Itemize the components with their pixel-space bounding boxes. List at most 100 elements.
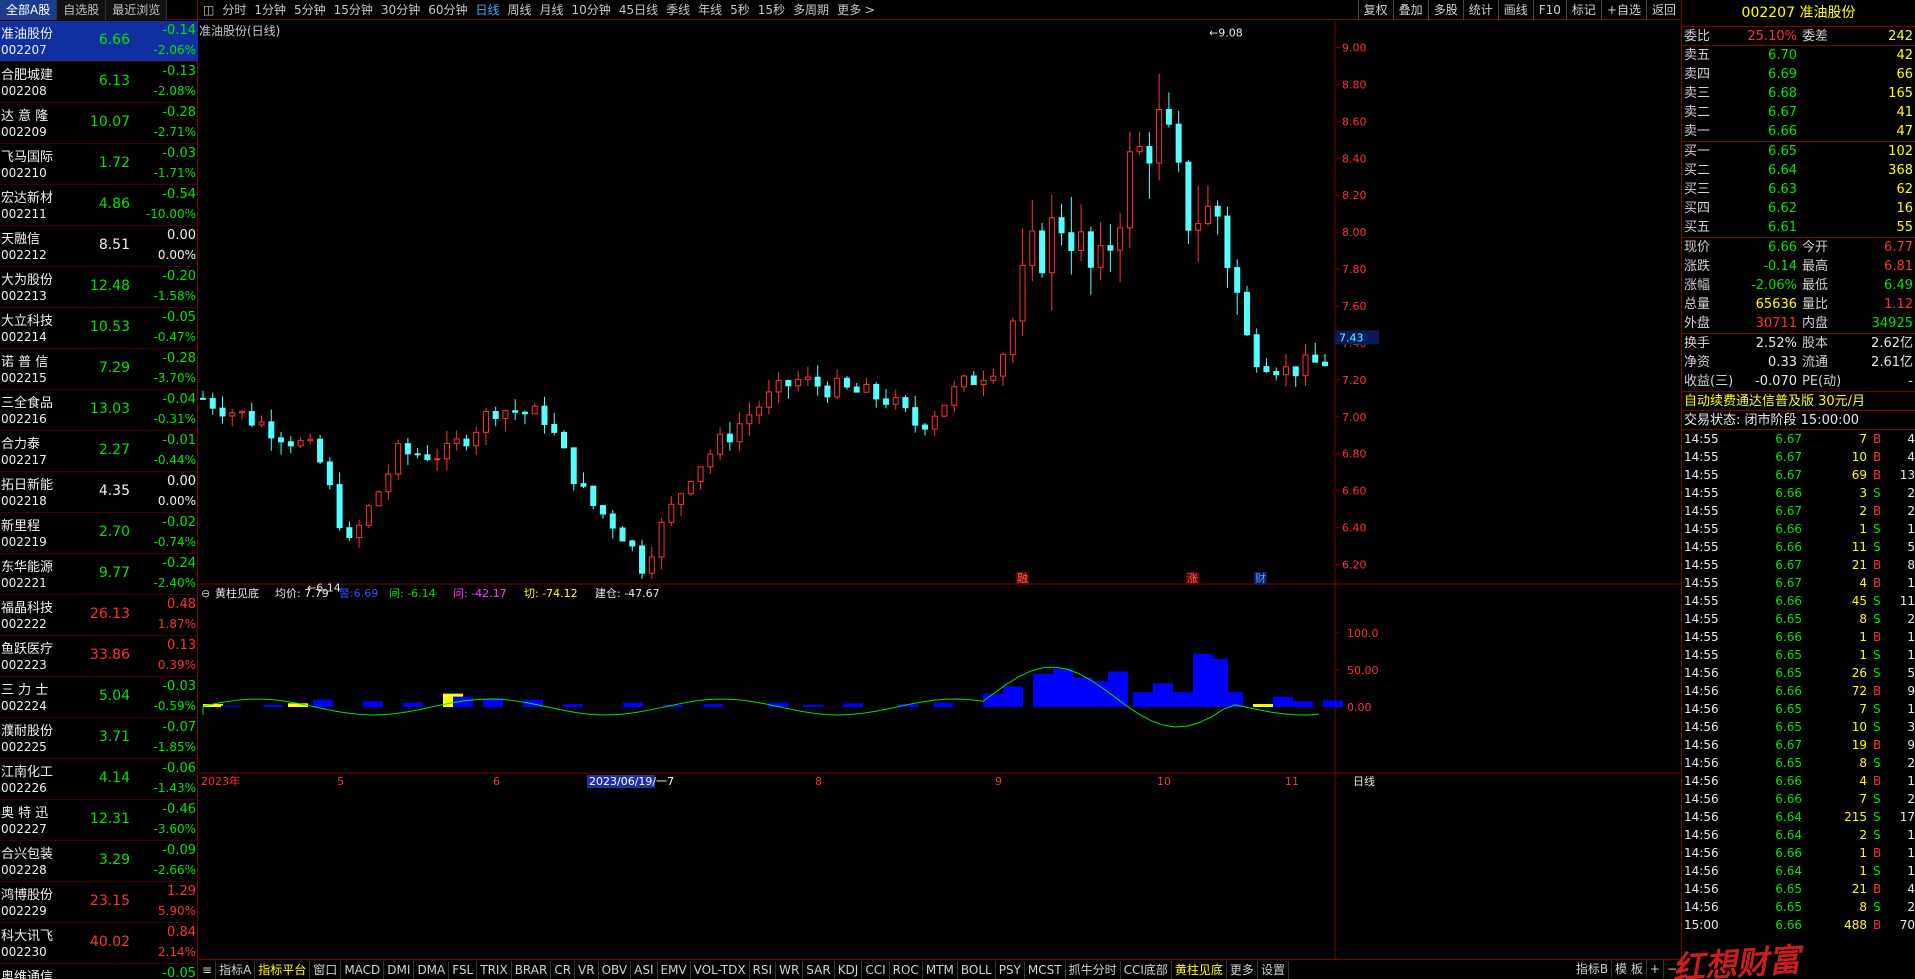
period-8[interactable]: 月线 [536, 0, 568, 20]
tab-0[interactable]: 全部A股 [0, 0, 58, 20]
indicator-tab-21[interactable]: MTM [923, 960, 958, 979]
indicator-tab-17[interactable]: SAR [803, 960, 835, 979]
stock-row[interactable]: 合力泰 002217 2.27 -0.01 -0.44% [0, 431, 198, 472]
period-15[interactable]: 多周期 [789, 0, 833, 20]
stock-row[interactable]: 达 意 隆 002209 10.07 -0.28 -2.71% [0, 103, 198, 144]
indicator-right-2[interactable]: + [1647, 960, 1664, 978]
stock-row[interactable]: 飞马国际 002210 1.72 -0.03 -1.71% [0, 144, 198, 185]
indicator-tab-8[interactable]: BRAR [512, 960, 552, 979]
stock-row[interactable]: 合兴包装 002228 3.29 -0.09 -2.66% [0, 841, 198, 882]
stock-row[interactable]: 科大讯飞 002230 40.02 0.84 2.14% [0, 923, 198, 964]
stock-row[interactable]: 拓日新能 002218 4.35 0.00 0.00% [0, 472, 198, 513]
stock-row[interactable]: 三全食品 002216 13.03 -0.04 -0.31% [0, 390, 198, 431]
stock-row[interactable]: 诺 普 信 002215 7.29 -0.28 -3.70% [0, 349, 198, 390]
stock-row[interactable]: 大为股份 002213 12.48 -0.20 -1.58% [0, 267, 198, 308]
indicator-tab-28[interactable]: 更多 [1227, 960, 1258, 979]
indicator-tab-0[interactable]: 指标A [216, 960, 256, 979]
tab-2[interactable]: 最近浏览 [106, 0, 168, 20]
tool-button-2[interactable]: 多股 [1427, 0, 1463, 20]
kline-chart-area[interactable]: 9.008.808.608.408.208.007.807.607.407.20… [199, 21, 1681, 959]
indicator-tab-18[interactable]: KDJ [835, 960, 863, 979]
indicator-tab-6[interactable]: FSL [449, 960, 478, 979]
promo-banner[interactable]: 自动续费通达信普及版 30元/月 [1682, 392, 1915, 411]
period-12[interactable]: 年线 [694, 0, 726, 20]
tab-1[interactable]: 自选股 [57, 0, 107, 20]
indicator-menu-icon[interactable]: ≡ [199, 960, 217, 979]
stock-row[interactable]: 合肥城建 002208 6.13 -0.13 -2.08% [0, 62, 198, 103]
price-tick-label: 9.00 [1342, 41, 1367, 54]
indicator-tab-20[interactable]: ROC [890, 960, 923, 979]
period-4[interactable]: 30分钟 [377, 0, 424, 20]
tool-button-6[interactable]: 标记 [1565, 0, 1601, 20]
indicator-tab-4[interactable]: DMI [384, 960, 415, 979]
stock-row[interactable]: 江南化工 002226 4.14 -0.06 -1.43% [0, 759, 198, 800]
tool-button-5[interactable]: F10 [1532, 0, 1566, 20]
period-3[interactable]: 15分钟 [330, 0, 377, 20]
period-5[interactable]: 60分钟 [424, 0, 471, 20]
tick-count: 4 [1907, 882, 1915, 896]
period-1[interactable]: 1分钟 [250, 0, 290, 20]
stat-row: 收益(三) -0.070 PE(动) - [1682, 372, 1915, 391]
indicator-tab-3[interactable]: MACD [341, 960, 385, 979]
stock-name: 天融信 [1, 232, 41, 247]
period-16[interactable]: 更多 > [833, 0, 879, 20]
period-11[interactable]: 季线 [662, 0, 694, 20]
period-13[interactable]: 5秒 [726, 0, 754, 20]
tool-button-3[interactable]: 统计 [1462, 0, 1498, 20]
stock-row[interactable]: 大立科技 002214 10.53 -0.05 -0.47% [0, 308, 198, 349]
candle-body [317, 438, 324, 463]
stock-row[interactable]: 奥维通信002231-0.05 [0, 964, 198, 979]
indicator-tab-29[interactable]: 设置 [1258, 960, 1289, 979]
indicator-tab-25[interactable]: 抓牛分时 [1066, 960, 1121, 979]
indicator-right-0[interactable]: 指标B [1573, 960, 1613, 978]
indicator-tab-2[interactable]: 窗口 [310, 960, 342, 979]
indicator-tab-5[interactable]: DMA [414, 960, 450, 979]
stock-row[interactable]: 濮耐股份 002225 3.71 -0.07 -1.85% [0, 718, 198, 759]
indicator-tab-24[interactable]: MCST [1025, 960, 1066, 979]
kline-chart[interactable]: 9.008.808.608.408.208.007.807.607.407.20… [199, 21, 1681, 959]
indicator-tab-9[interactable]: CR [551, 960, 576, 979]
period-6[interactable]: 日线 [471, 0, 503, 20]
tick-row: 14:56 6.64 1 S 1 [1682, 862, 1915, 880]
indicator-tab-10[interactable]: VR [575, 960, 599, 979]
indicator-tab-27[interactable]: 黄柱见底 [1172, 960, 1227, 979]
stock-row[interactable]: 鱼跃医疗 002223 33.86 0.13 0.39% [0, 636, 198, 677]
tool-button-7[interactable]: +自选 [1600, 0, 1646, 20]
tick-list: 14:55 6.67 7 B 4 14:55 6.67 10 B 4 14:55 6.67 69 B 13 1… [1682, 430, 1915, 934]
stock-row[interactable]: 福晶科技 002222 26.13 0.48 1.87% [0, 595, 198, 636]
indicator-tab-14[interactable]: VOL-TDX [691, 960, 750, 979]
indicator-tab-7[interactable]: TRIX [477, 960, 512, 979]
indicator-tab-16[interactable]: WR [776, 960, 804, 979]
tool-button-4[interactable]: 画线 [1497, 0, 1533, 20]
candle-body [902, 397, 909, 409]
period-14[interactable]: 15秒 [754, 0, 789, 20]
period-2[interactable]: 5分钟 [290, 0, 330, 20]
indicator-tab-19[interactable]: CCI [862, 960, 890, 979]
period-9[interactable]: 10分钟 [568, 0, 615, 20]
stock-row[interactable]: 准油股份 002207 6.66 -0.14 -2.06% [0, 21, 198, 62]
tool-button-0[interactable]: 复权 [1357, 0, 1393, 20]
stock-row[interactable]: 新里程 002219 2.70 -0.02 -0.74% [0, 513, 198, 554]
tool-button-1[interactable]: 叠加 [1392, 0, 1428, 20]
indicator-tab-22[interactable]: BOLL [958, 960, 996, 979]
sidebar-toggle-icon[interactable]: ◫ [199, 0, 218, 20]
stock-row[interactable]: 鸿博股份 002229 23.15 1.29 5.90% [0, 882, 198, 923]
candle-body [1234, 267, 1241, 293]
period-0[interactable]: 分时 [218, 0, 250, 20]
indicator-tab-11[interactable]: OBV [599, 960, 632, 979]
stock-row[interactable]: 东华能源 002221 9.77 -0.24 -2.40% [0, 554, 198, 595]
tool-button-8[interactable]: 返回 [1645, 0, 1681, 20]
stock-row[interactable]: 宏达新材 002211 4.86 -0.54 -10.00% [0, 185, 198, 226]
period-10[interactable]: 45日线 [615, 0, 662, 20]
indicator-tab-12[interactable]: ASI [631, 960, 658, 979]
indicator-tab-13[interactable]: EMV [658, 960, 691, 979]
indicator-right-1[interactable]: 模 板 [1612, 960, 1647, 978]
indicator-tab-1[interactable]: 指标平台 [255, 960, 311, 979]
stock-row[interactable]: 三 力 士 002224 5.04 -0.03 -0.59% [0, 677, 198, 718]
period-7[interactable]: 周线 [504, 0, 536, 20]
indicator-tab-15[interactable]: RSI [750, 960, 777, 979]
indicator-tab-26[interactable]: CCI底部 [1121, 960, 1172, 979]
indicator-tab-23[interactable]: PSY [996, 960, 1025, 979]
stock-row[interactable]: 天融信 002212 8.51 0.00 0.00% [0, 226, 198, 267]
stock-row[interactable]: 奥 特 迅 002227 12.31 -0.46 -3.60% [0, 800, 198, 841]
